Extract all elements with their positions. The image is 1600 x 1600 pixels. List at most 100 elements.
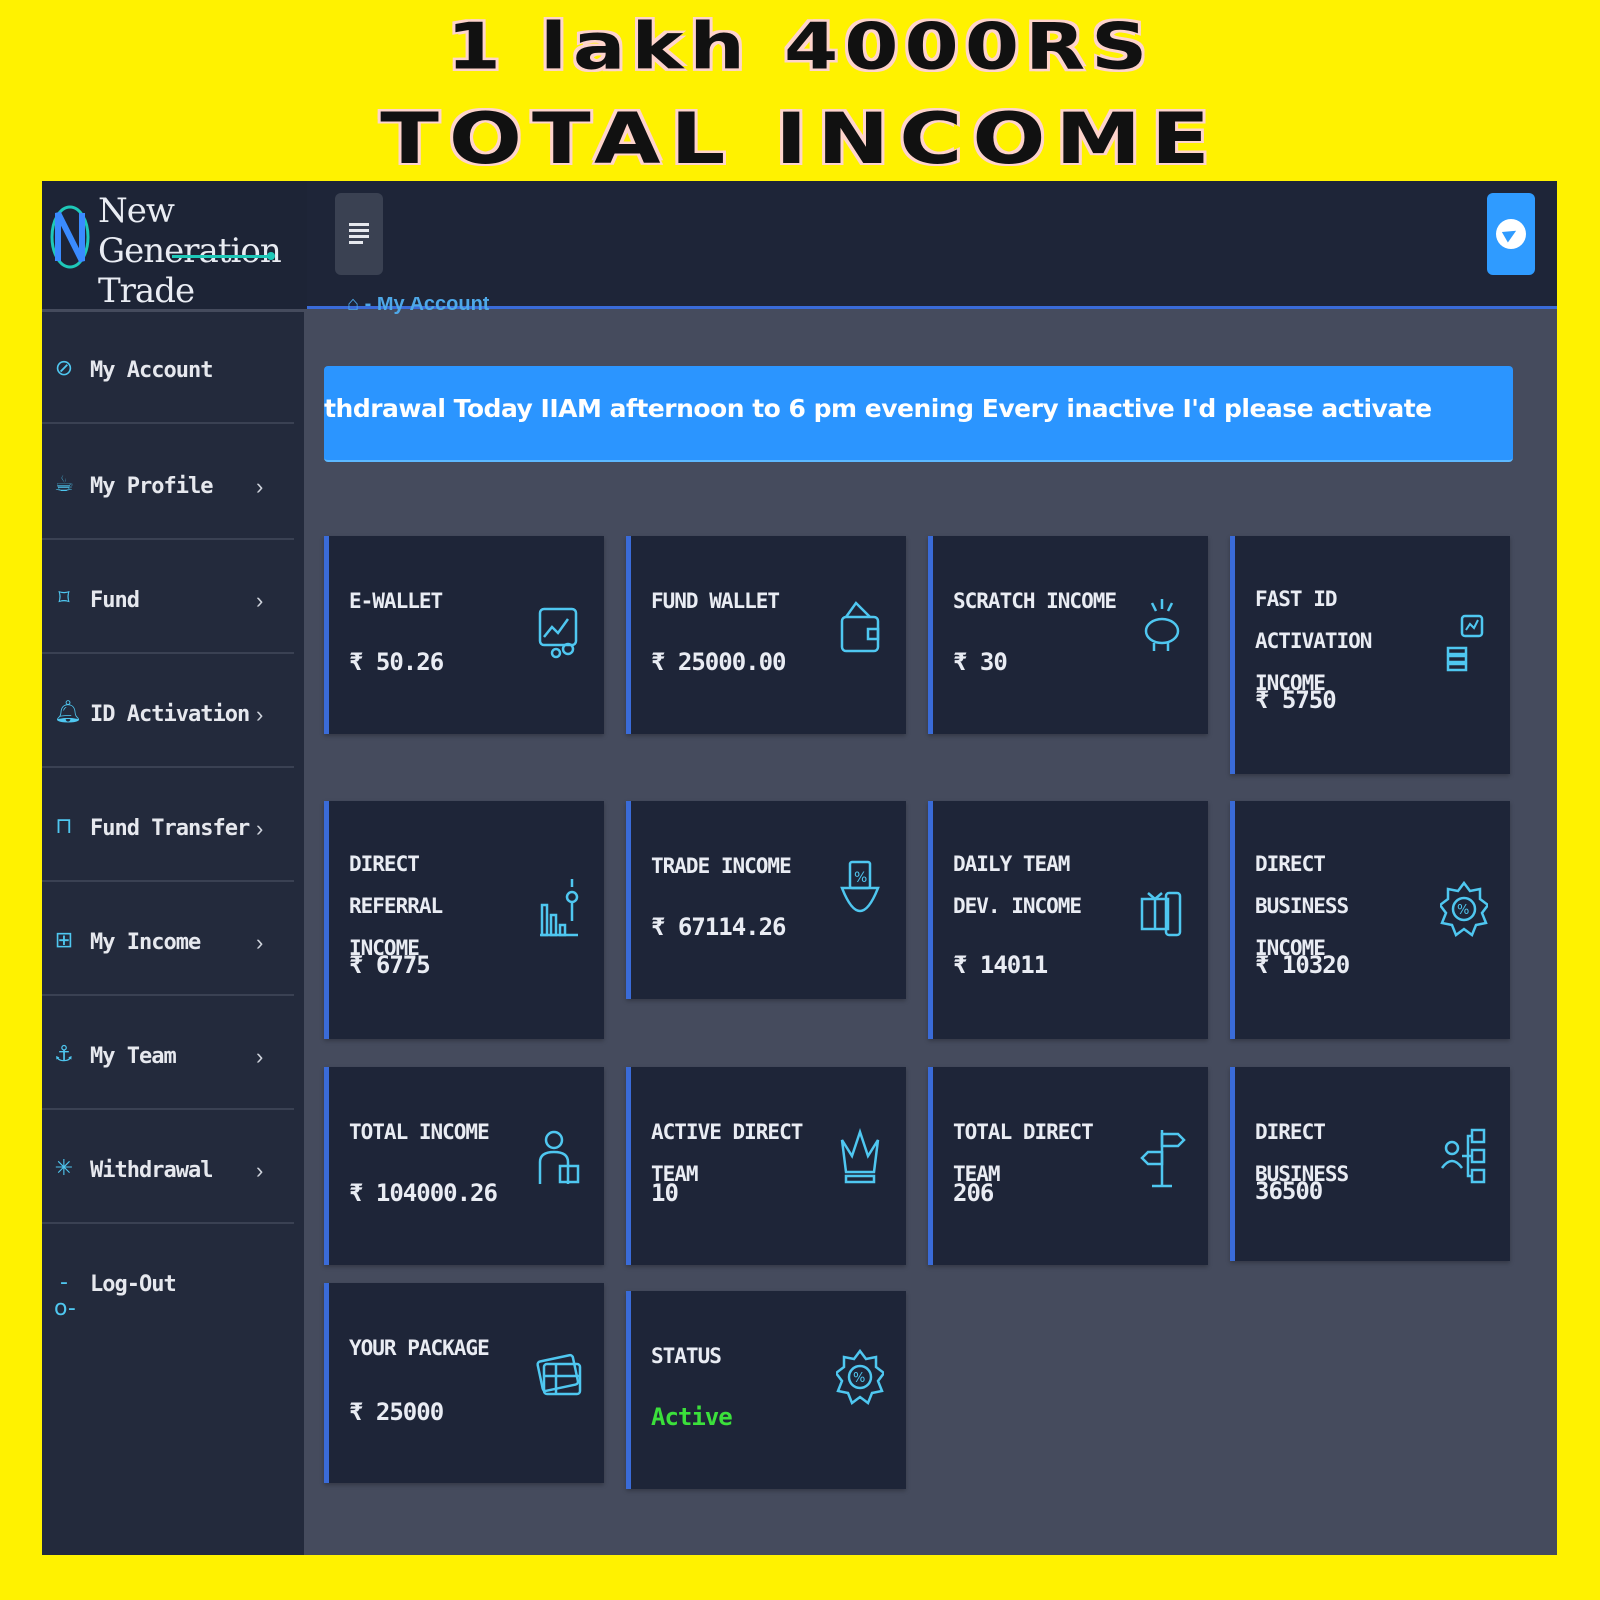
bar-chart-icon [534,873,582,945]
home-icon: ⌂ - [347,297,377,315]
sidebar-item-label: Fund [90,588,140,613]
sidebar-item-fund-transfer[interactable]: ⊓ Fund Transfer › [42,770,294,882]
telegram-button[interactable] [1487,193,1535,275]
card-title: E-WALLET [349,589,443,613]
sidebar-item-log-out[interactable]: -o- Log-Out [42,1226,294,1338]
sidebar-item-label: Fund Transfer [90,816,250,841]
card-title: SCRATCH INCOME [953,589,1117,613]
crown-icon [836,1122,884,1194]
org-chart-icon [1440,1122,1488,1194]
sidebar-item-label: My Account [90,358,213,383]
card-title: TOTAL INCOME [349,1120,490,1144]
bookmark-icon: ⌑ [58,586,70,611]
sidebar-item-fund[interactable]: ⌑ Fund › [42,542,294,654]
promo-line-2: TOTAL INCOME [380,98,1220,180]
sidebar-item-my-income[interactable]: ⊞ My Income › [42,884,294,996]
sidebar-item-id-activation[interactable]: 🔔︎ ID Activation › [42,656,294,768]
card-value: ₹ 6775 [349,951,431,979]
stat-card-active-direct-team[interactable]: ACTIVE DIRECT TEAM 10 [626,1067,906,1265]
sidebar-item-label: Log-Out [90,1272,177,1297]
spinner-icon: ✳ [54,1156,74,1181]
bell-icon: 🔔︎ [54,700,82,725]
sidebar-item-label: My Profile [90,474,213,499]
commit-icon: -o- [54,1270,76,1321]
bag-icon: ⊓ [55,814,73,839]
card-value: ₹ 25000 [349,1398,444,1426]
signpost-icon [1138,1122,1186,1194]
chevron-right-icon: › [256,588,264,613]
anchor-icon: ⚓ [54,1042,74,1067]
stat-card-total-income[interactable]: TOTAL INCOME ₹ 104000.26 [324,1067,604,1265]
stat-card-trade-income[interactable]: TRADE INCOME ₹ 67114.26% [626,801,906,999]
card-value: ₹ 14011 [953,951,1048,979]
sidebar: ⊘ My Account ☕ My Profile › ⌑ Fund › 🔔︎ ID Activa… [42,312,304,1555]
stat-card-fast-id-activation-income[interactable]: FAST ID ACTIVATION INCOME ₹ 5750 [1230,536,1510,774]
stat-card-your-package[interactable]: YOUR PACKAGE ₹ 25000 [324,1283,604,1483]
card-value: 36500 [1255,1177,1323,1205]
promo-line-1: 1 lakh 4000RS [446,10,1154,84]
wallet-icon [836,591,884,663]
card-value: ₹ 25000.00 [651,648,786,676]
menu-toggle-button[interactable] [335,193,383,275]
delivery-person-icon [534,1122,582,1194]
basket-icon: % [836,856,884,928]
chevron-right-icon: › [256,474,264,499]
sidebar-item-label: My Income [90,930,201,955]
dashboard-window: New Generation Trade ⊘ My Account ☕ My Prof… [42,181,1557,1555]
svg-text:%: % [854,870,867,886]
card-value: ₹ 104000.26 [349,1179,498,1207]
gift-card-icon [534,1338,582,1410]
card-value: Active [651,1403,733,1431]
hamburger-icon [349,223,369,226]
stat-card-direct-business[interactable]: DIRECT BUSINESS 36500 [1230,1067,1510,1261]
sidebar-item-my-team[interactable]: ⚓ My Team › [42,998,294,1110]
gift-icon: ⊞ [54,928,74,953]
sidebar-item-label: Withdrawal [90,1158,213,1183]
breadcrumb-label: My Account [376,297,490,315]
stat-card-scratch-income[interactable]: SCRATCH INCOME ₹ 30 [928,536,1208,734]
card-value: ₹ 10320 [1255,951,1350,979]
svg-text:%: % [853,1371,865,1386]
stat-card-fund-wallet[interactable]: FUND WALLET ₹ 25000.00 [626,536,906,734]
promo-headline: 1 lakh 4000RS TOTAL INCOME [0,0,1600,180]
telegram-icon [1496,219,1526,249]
card-title: TRADE INCOME [651,854,792,878]
piggy-bank-icon [1138,591,1186,663]
wallet-chart-icon [534,591,582,663]
compass-icon: ⊘ [54,356,74,381]
cup-icon: ☕ [54,472,74,497]
sidebar-item-my-account[interactable]: ⊘ My Account [42,312,294,424]
stat-card-daily-team-dev-income[interactable]: DAILY TEAM DEV. INCOME ₹ 14011 [928,801,1208,1039]
sidebar-item-my-profile[interactable]: ☕ My Profile › [42,428,294,540]
card-value: ₹ 50.26 [349,648,444,676]
stat-card-status[interactable]: STATUS Active% [626,1291,906,1489]
card-value: ₹ 30 [953,648,1008,676]
brand-underline [172,252,275,260]
chevron-right-icon: › [256,702,264,727]
ticker-text: ithdrawal Today IIAM afternoon to 6 pm e… [324,394,1432,423]
chevron-right-icon: › [256,816,264,841]
stat-card-direct-referral-income[interactable]: DIRECT REFERRAL INCOME ₹ 6775 [324,801,604,1039]
gift-phone-icon [1138,873,1186,945]
card-title: YOUR PACKAGE [349,1336,490,1360]
card-title: STATUS [651,1344,722,1368]
brand[interactable]: New Generation Trade [42,181,307,311]
breadcrumb[interactable]: ⌂ - My Account [347,297,489,321]
top-bar: New Generation Trade [42,181,1557,311]
chevron-right-icon: › [256,1158,264,1183]
sidebar-item-withdrawal[interactable]: ✳ Withdrawal › [42,1112,294,1224]
logo-icon [50,205,90,269]
card-value: 10 [651,1179,679,1207]
card-title: FUND WALLET [651,589,780,613]
card-value: 206 [953,1179,994,1207]
stat-card-e-wallet[interactable]: E-WALLET ₹ 50.26 [324,536,604,734]
sidebar-item-label: ID Activation [90,702,250,727]
announcement-ticker: ithdrawal Today IIAM afternoon to 6 pm e… [324,366,1513,462]
discount-badge-icon: % [1438,873,1490,945]
chevron-right-icon: › [256,930,264,955]
brand-name-line2: Trade [98,271,195,311]
sidebar-item-label: My Team [90,1044,177,1069]
card-value: ₹ 67114.26 [651,913,786,941]
stat-card-total-direct-team[interactable]: TOTAL DIRECT TEAM 206 [928,1067,1208,1265]
stat-card-direct-business-income[interactable]: DIRECT BUSINESS INCOME ₹ 10320% [1230,801,1510,1039]
